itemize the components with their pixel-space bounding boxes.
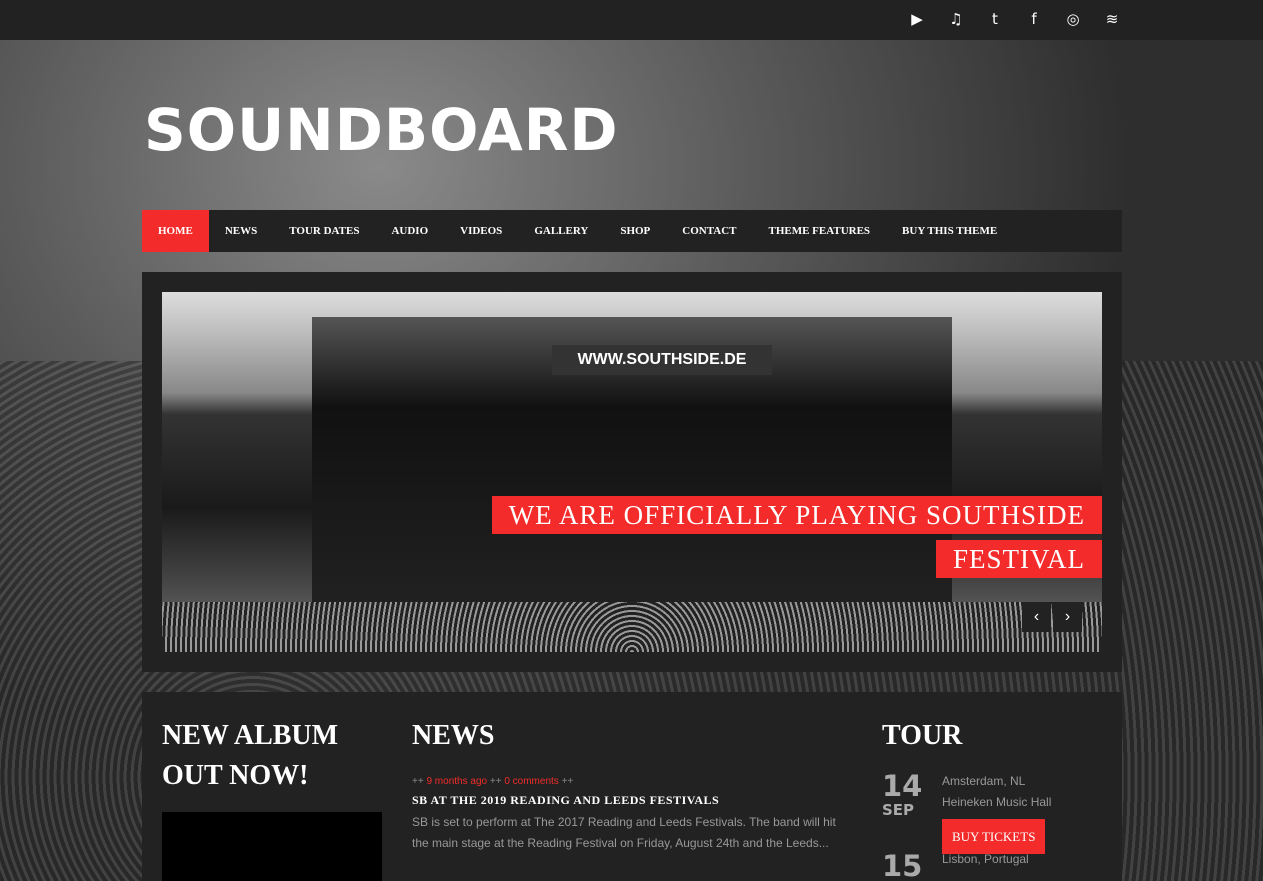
nav-theme-features[interactable]: THEME FEATURES (752, 210, 886, 252)
spotify-icon[interactable]: ≋ (1101, 10, 1123, 28)
news-headline[interactable]: SB AT THE 2019 READING AND LEEDS FESTIVA… (412, 793, 852, 808)
slide-caption[interactable]: WE ARE OFFICIALLY PLAYING SOUTHSIDE FEST… (491, 493, 1102, 581)
stage-sign: WWW.SOUTHSIDE.DE (552, 345, 772, 375)
buy-tickets-button[interactable]: BUY TICKETS (942, 819, 1046, 854)
nav-home[interactable]: HOME (142, 210, 209, 252)
site-logo[interactable]: SOUNDBOARD (144, 96, 619, 164)
nav-gallery[interactable]: GALLERY (518, 210, 604, 252)
event-venue: Heineken Music Hall (942, 795, 1052, 809)
music-icon[interactable]: ♫ (945, 10, 967, 28)
nav-videos[interactable]: VIDEOS (444, 210, 518, 252)
nav-buy-theme[interactable]: BUY THIS THEME (886, 210, 1013, 252)
event-day: 14 (882, 769, 923, 803)
instagram-icon[interactable]: ◎ (1062, 10, 1084, 28)
social-links: ▶ ♫ t f ◎ ≋ (906, 10, 1123, 28)
event-month: SEP (882, 801, 915, 819)
tour-event: 14 SEP Amsterdam, NL Heineken Music Hall… (882, 769, 1112, 854)
slide-image[interactable]: WWW.SOUTHSIDE.DE WE ARE OFFICIALLY PLAYI… (162, 292, 1102, 652)
tour-event: 15 Lisbon, Portugal (882, 851, 1112, 881)
event-day: 15 (882, 849, 923, 881)
nav-tour-dates[interactable]: TOUR DATES (273, 210, 375, 252)
comments-link[interactable]: 0 comments (504, 776, 558, 787)
nav-news[interactable]: NEWS (209, 210, 273, 252)
main-nav: HOME NEWS TOUR DATES AUDIO VIDEOS GALLER… (142, 210, 1122, 252)
nav-shop[interactable]: SHOP (604, 210, 666, 252)
album-heading: NEW ALBUM OUT NOW! (162, 720, 339, 791)
next-slide-button[interactable]: › (1053, 602, 1082, 632)
event-city: Lisbon, Portugal (942, 852, 1029, 866)
top-bar: ▶ ♫ t f ◎ ≋ (0, 0, 1263, 40)
news-meta: ++ 9 months ago ++ 0 comments ++ (412, 776, 574, 787)
tour-heading: TOUR (882, 720, 963, 751)
hero-slider: WWW.SOUTHSIDE.DE WE ARE OFFICIALLY PLAYI… (142, 272, 1122, 672)
nav-contact[interactable]: CONTACT (666, 210, 752, 252)
album-player[interactable] (162, 812, 382, 881)
news-section: NEWS ++ 9 months ago ++ 0 comments ++ SB… (412, 716, 852, 854)
youtube-icon[interactable]: ▶ (906, 10, 928, 28)
content-area: NEW ALBUM OUT NOW! NEWS ++ 9 months ago … (142, 692, 1122, 881)
nav-audio[interactable]: AUDIO (375, 210, 444, 252)
crowd-photo (162, 602, 1102, 652)
news-heading: NEWS (412, 720, 495, 751)
event-city: Amsterdam, NL (942, 774, 1026, 788)
post-date-link[interactable]: 9 months ago (426, 776, 487, 787)
facebook-icon[interactable]: f (1023, 10, 1045, 28)
tour-section: TOUR 14 SEP Amsterdam, NL Heineken Music… (882, 716, 1112, 881)
news-excerpt: SB is set to perform at The 2017 Reading… (412, 815, 836, 850)
twitter-icon[interactable]: t (984, 10, 1006, 28)
prev-slide-button[interactable]: ‹ (1022, 602, 1051, 632)
